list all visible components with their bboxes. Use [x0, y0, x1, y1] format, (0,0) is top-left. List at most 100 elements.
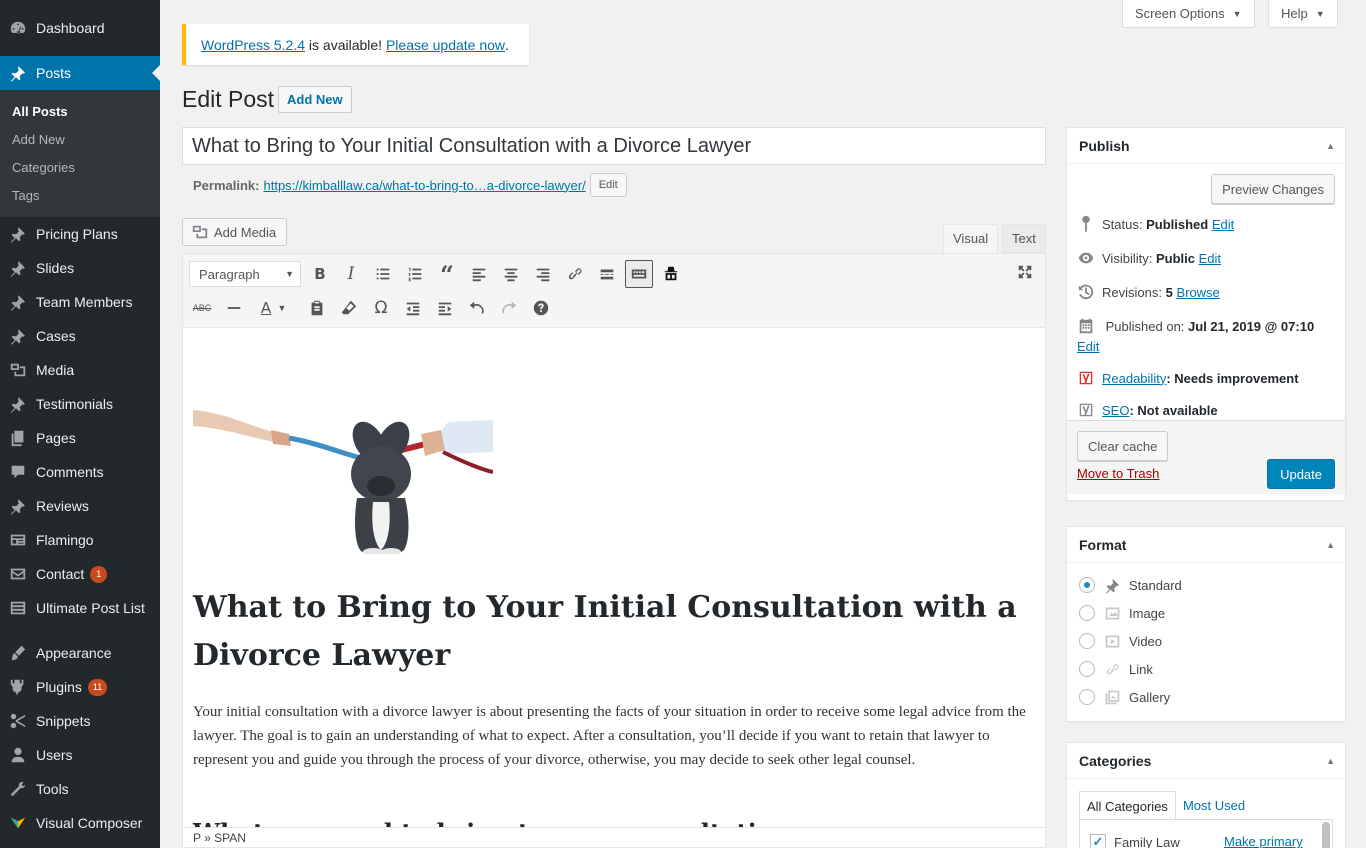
- tab-all-categories[interactable]: All Categories: [1079, 791, 1176, 820]
- clipboard-icon: [311, 300, 323, 316]
- bullet-list-button[interactable]: [369, 260, 397, 288]
- seo-link[interactable]: SEO: [1102, 403, 1129, 418]
- help-button[interactable]: Help ▼: [1268, 0, 1338, 28]
- align-center-button[interactable]: [497, 260, 525, 288]
- sidebar-item-appearance[interactable]: Appearance: [0, 636, 160, 670]
- categories-box-header[interactable]: Categories ▲: [1067, 743, 1345, 779]
- make-primary-link[interactable]: Make primary: [1224, 834, 1303, 848]
- blockquote-button[interactable]: “: [433, 260, 461, 289]
- align-right-button[interactable]: [529, 260, 557, 288]
- format-option-standard[interactable]: Standard: [1079, 576, 1182, 594]
- strikethrough-button[interactable]: ABC: [188, 294, 216, 322]
- radio-button[interactable]: [1079, 577, 1095, 593]
- update-notice: WordPress 5.2.4 is available! Please upd…: [182, 24, 529, 65]
- tab-most-used[interactable]: Most Used: [1176, 791, 1252, 820]
- editor-content[interactable]: What to Bring to Your Initial Consultati…: [183, 328, 1045, 847]
- sidebar-item-reviews[interactable]: Reviews: [0, 489, 160, 523]
- horizontal-line-button[interactable]: [220, 294, 248, 322]
- align-left-button[interactable]: [465, 260, 493, 288]
- radio-button[interactable]: [1079, 661, 1095, 677]
- sidebar-item-dashboard[interactable]: Dashboard: [0, 11, 160, 45]
- post-title-input[interactable]: What to Bring to Your Initial Consultati…: [182, 127, 1046, 165]
- radio-button[interactable]: [1079, 633, 1095, 649]
- redo-button[interactable]: [495, 294, 523, 322]
- sidebar-item-posts[interactable]: Posts: [0, 56, 160, 90]
- update-now-link[interactable]: Please update now: [386, 37, 505, 53]
- text-color-dropdown[interactable]: ▼: [275, 294, 289, 322]
- numbered-list-button[interactable]: [401, 260, 429, 288]
- format-select[interactable]: Paragraph ▼: [189, 261, 301, 287]
- format-option-link[interactable]: Link: [1079, 660, 1153, 678]
- tab-text[interactable]: Text: [1002, 224, 1046, 253]
- collapse-arrow-icon[interactable]: ▲: [1326, 540, 1335, 550]
- permalink-url[interactable]: https://kimballlaw.ca/what-to-bring-to…a…: [263, 178, 585, 193]
- page-title: Edit Post: [182, 86, 275, 112]
- checkbox-checked-icon[interactable]: ✓: [1090, 834, 1106, 848]
- collapse-arrow-icon[interactable]: ▲: [1326, 756, 1335, 766]
- keyboard-shortcuts-button[interactable]: [527, 294, 555, 322]
- category-item-family-law[interactable]: ✓ Family Law: [1090, 834, 1180, 848]
- sidebar-item-pricing-plans[interactable]: Pricing Plans: [0, 217, 160, 251]
- sidebar-item-team-members[interactable]: Team Members: [0, 285, 160, 319]
- revisions-browse-link[interactable]: Browse: [1176, 285, 1219, 300]
- submenu-categories[interactable]: Categories: [12, 160, 75, 175]
- sidebar-item-slides[interactable]: Slides: [0, 251, 160, 285]
- published-on-edit-link[interactable]: Edit: [1077, 339, 1099, 354]
- radio-button[interactable]: [1079, 689, 1095, 705]
- insert-link-button[interactable]: [561, 260, 589, 288]
- clear-cache-button[interactable]: Clear cache: [1077, 431, 1169, 461]
- notice-end: .: [505, 36, 509, 53]
- undo-button[interactable]: [463, 294, 491, 322]
- italic-button[interactable]: I: [337, 260, 365, 288]
- sidebar-item-ultimate-post-list[interactable]: Ultimate Post List: [0, 591, 160, 625]
- wrench-icon: [0, 780, 36, 798]
- permalink-edit-button[interactable]: Edit: [589, 173, 627, 197]
- special-character-button[interactable]: Ω: [367, 294, 395, 322]
- publish-box-header[interactable]: Publish ▲: [1067, 128, 1345, 164]
- spy-button[interactable]: [657, 260, 685, 288]
- toolbar-toggle-button[interactable]: [625, 260, 653, 288]
- move-to-trash-link[interactable]: Move to Trash: [1077, 466, 1159, 481]
- collapse-arrow-icon[interactable]: ▲: [1326, 141, 1335, 151]
- format-option-image[interactable]: Image: [1079, 604, 1165, 622]
- screen-options-button[interactable]: Screen Options ▼: [1122, 0, 1255, 28]
- add-new-button[interactable]: Add New: [278, 86, 352, 113]
- sidebar-item-contact[interactable]: Contact 1: [0, 557, 160, 591]
- clear-formatting-button[interactable]: [335, 294, 363, 322]
- featured-image[interactable]: [193, 372, 494, 556]
- format-option-gallery[interactable]: Gallery: [1079, 688, 1170, 706]
- fullscreen-button[interactable]: [1011, 258, 1039, 286]
- add-media-button[interactable]: Add Media: [182, 218, 288, 246]
- published-on-label: Published on:: [1105, 319, 1189, 334]
- format-box-header[interactable]: Format ▲: [1067, 527, 1345, 563]
- sidebar-item-plugins[interactable]: Plugins 11: [0, 670, 160, 704]
- scrollbar[interactable]: [1322, 822, 1330, 848]
- sidebar-item-visual-composer[interactable]: Visual Composer: [0, 806, 160, 840]
- sidebar-item-testimonials[interactable]: Testimonials: [0, 387, 160, 421]
- submenu-tags[interactable]: Tags: [12, 188, 39, 203]
- bold-button[interactable]: B: [306, 260, 334, 288]
- indent-button[interactable]: [431, 294, 459, 322]
- sidebar-item-cases[interactable]: Cases: [0, 319, 160, 353]
- sidebar-item-pages[interactable]: Pages: [0, 421, 160, 455]
- read-more-button[interactable]: [593, 260, 621, 288]
- radio-button[interactable]: [1079, 605, 1095, 621]
- sidebar-item-snippets[interactable]: Snippets: [0, 704, 160, 738]
- sidebar-item-comments[interactable]: Comments: [0, 455, 160, 489]
- readability-link[interactable]: Readability: [1102, 371, 1166, 386]
- format-option-video[interactable]: Video: [1079, 632, 1162, 650]
- sidebar-item-flamingo[interactable]: Flamingo: [0, 523, 160, 557]
- preview-changes-button[interactable]: Preview Changes: [1211, 174, 1335, 204]
- tab-visual[interactable]: Visual: [943, 224, 999, 253]
- sidebar-item-tools[interactable]: Tools: [0, 772, 160, 806]
- version-link[interactable]: WordPress 5.2.4: [201, 37, 305, 53]
- update-button[interactable]: Update: [1267, 459, 1335, 489]
- outdent-button[interactable]: [399, 294, 427, 322]
- status-edit-link[interactable]: Edit: [1212, 217, 1234, 232]
- submenu-add-new[interactable]: Add New: [12, 132, 65, 147]
- sidebar-item-users[interactable]: Users: [0, 738, 160, 772]
- submenu-all-posts[interactable]: All Posts: [12, 104, 68, 119]
- sidebar-item-media[interactable]: Media: [0, 353, 160, 387]
- paste-text-button[interactable]: [303, 294, 331, 322]
- visibility-edit-link[interactable]: Edit: [1199, 251, 1221, 266]
